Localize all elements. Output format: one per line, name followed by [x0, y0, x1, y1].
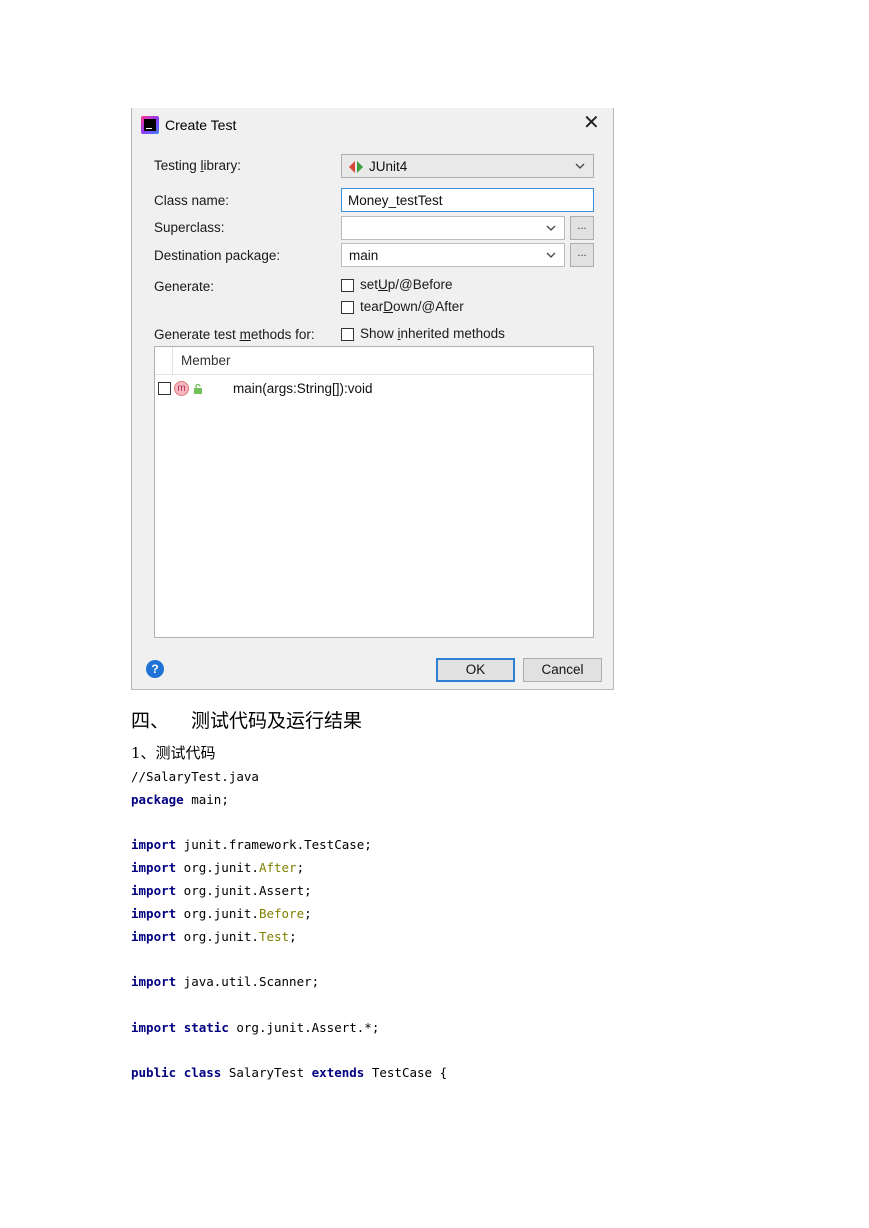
code-import-line: import org.junit.Assert; — [131, 882, 312, 898]
member-column-header[interactable]: Member — [181, 353, 231, 368]
code-import-line: import org.junit.Before; — [131, 905, 312, 921]
help-icon[interactable]: ? — [146, 660, 164, 678]
intellij-app-icon — [141, 116, 159, 134]
class-name-input[interactable]: Money_testTest — [341, 188, 594, 212]
destination-package-combo[interactable]: main — [341, 243, 565, 267]
testing-library-label: Testing library: — [154, 158, 242, 173]
superclass-browse-button[interactable]: ... — [570, 216, 594, 240]
public-lock-icon — [194, 384, 202, 394]
code-import-line: import org.junit.Test; — [131, 928, 297, 944]
code-import-line: import java.util.Scanner; — [131, 974, 320, 990]
method-icon: m — [174, 381, 189, 396]
member-checkbox[interactable] — [158, 382, 171, 395]
class-name-value: Money_testTest — [348, 193, 443, 208]
destination-package-value: main — [349, 248, 379, 263]
destination-package-label: Destination package: — [154, 248, 281, 263]
close-icon[interactable]: ✕ — [583, 113, 600, 133]
chevron-down-icon — [575, 163, 585, 169]
show-inherited-checkbox[interactable] — [341, 328, 354, 341]
member-table-header: Member — [155, 347, 593, 375]
teardown-checkbox[interactable] — [341, 301, 354, 314]
junit-icon — [349, 161, 363, 173]
section-title: 测试代码及运行结果 — [191, 710, 363, 732]
setup-label[interactable]: setUp/@Before — [360, 277, 453, 292]
chevron-down-icon — [546, 225, 556, 231]
testing-library-select[interactable]: JUnit4 — [341, 154, 594, 178]
code-class-declaration: public class SalaryTest extends TestCase… — [131, 1065, 448, 1081]
code-import-line: import org.junit.After; — [131, 860, 305, 876]
member-method-name: main(args:String[]):void — [233, 381, 373, 396]
member-table: Member m main(args:String[]):void — [154, 346, 594, 638]
setup-checkbox[interactable] — [341, 279, 354, 292]
dialog-title: Create Test — [165, 117, 237, 133]
testing-library-value: JUnit4 — [369, 159, 408, 174]
cancel-button[interactable]: Cancel — [523, 658, 602, 682]
generate-label: Generate: — [154, 279, 215, 294]
section-heading: 四、 测试代码及运行结果 — [131, 706, 362, 733]
create-test-dialog: Create Test ✕ Testing library: JUnit4 Cl… — [131, 108, 614, 690]
code-block: //SalaryTest.java package main; import j… — [131, 766, 447, 1085]
code-comment: //SalaryTest.java — [131, 769, 259, 784]
chevron-down-icon — [546, 252, 556, 258]
code-package-line: package main; — [131, 791, 229, 807]
superclass-combo[interactable] — [341, 216, 565, 240]
class-name-label: Class name: — [154, 193, 230, 208]
table-row[interactable]: m main(args:String[]):void — [155, 379, 593, 399]
code-import-line: import junit.framework.TestCase; — [131, 837, 372, 853]
show-inherited-label[interactable]: Show inherited methods — [360, 326, 505, 341]
destination-package-browse-button[interactable]: ... — [570, 243, 594, 267]
generate-methods-label: Generate test methods for: — [154, 327, 315, 342]
superclass-label: Superclass: — [154, 220, 225, 235]
subsection-heading: 1、测试代码 — [131, 744, 216, 762]
teardown-label[interactable]: tearDown/@After — [360, 299, 464, 314]
section-number: 四、 — [131, 710, 170, 732]
ok-button[interactable]: OK — [436, 658, 515, 682]
code-static-import-line: import static org.junit.Assert.*; — [131, 1019, 380, 1035]
